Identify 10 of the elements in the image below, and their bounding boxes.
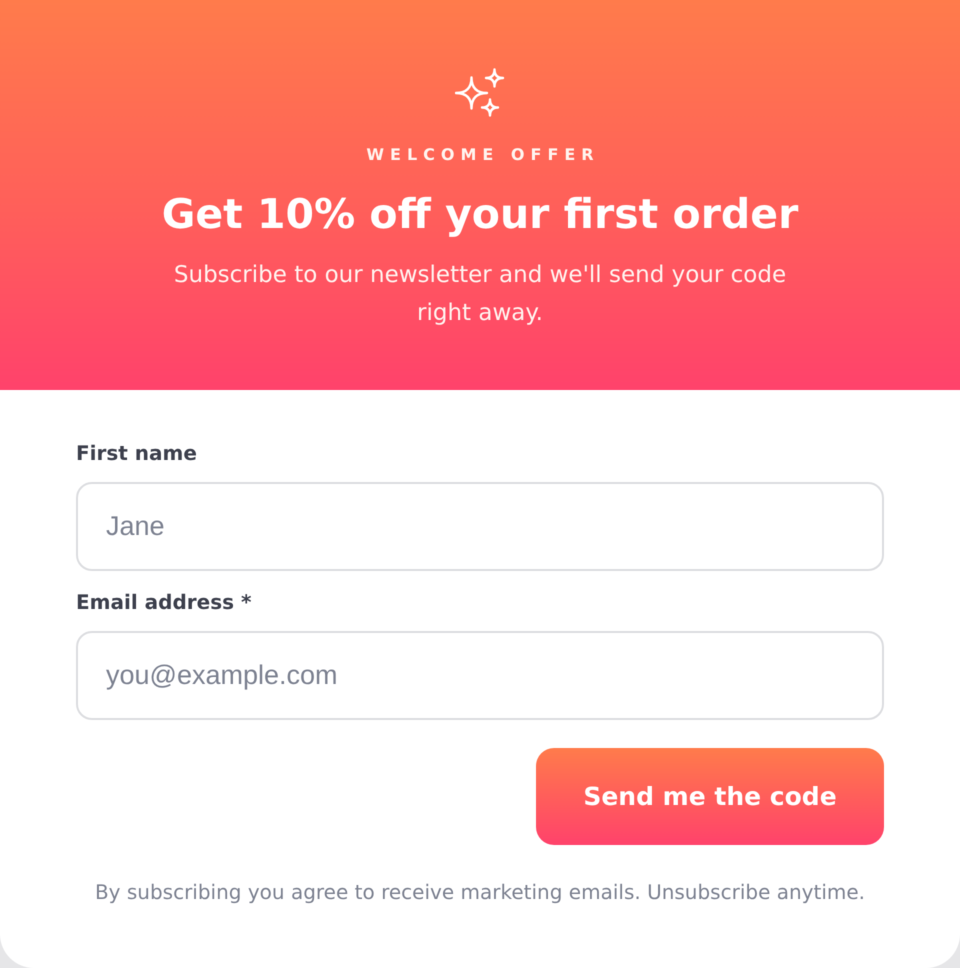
input-field[interactable]: Jane xyxy=(76,482,884,571)
sparkles-icon xyxy=(455,68,505,118)
disclaimer-text: By subscribing you agree to receive marketing emails. Unsubscribe anytime. xyxy=(94,879,866,905)
submit-button[interactable]: Send me the code xyxy=(536,748,884,845)
input-field[interactable]: you@example.com xyxy=(76,631,884,720)
field-label: Email address * xyxy=(76,589,252,616)
offer-eyebrow: WELCOME OFFER xyxy=(365,144,600,166)
offer-subtitle: Subscribe to our newsletter and we'll send your code right away. xyxy=(172,261,788,328)
field-label: First name xyxy=(76,440,198,467)
offer-title: Get 10% off your first order xyxy=(162,189,798,240)
